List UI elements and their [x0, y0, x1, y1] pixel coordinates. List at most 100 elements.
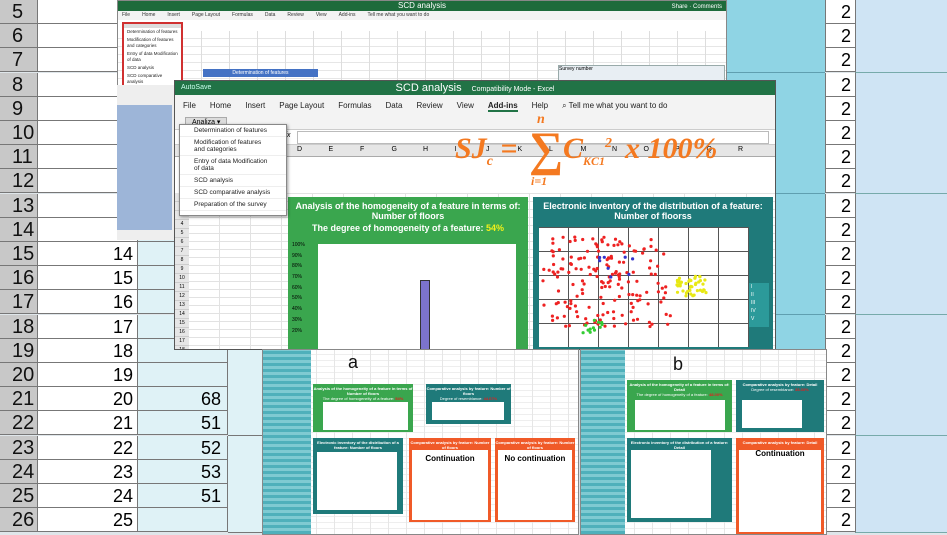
row-number[interactable]: 16 — [175, 328, 189, 337]
row-number[interactable]: 12 — [175, 292, 189, 301]
cell[interactable]: 2 — [825, 411, 855, 436]
cell[interactable]: 18 — [38, 338, 138, 363]
cell[interactable]: 2 — [825, 48, 855, 73]
cell[interactable]: 2 — [825, 338, 855, 363]
cell[interactable] — [855, 24, 947, 50]
analiza-menu-item[interactable]: Preparation of the survey — [180, 199, 286, 211]
tab-view[interactable]: View — [457, 101, 474, 110]
share-button[interactable]: Share · Comments — [672, 2, 722, 12]
top-menu-item[interactable]: View — [316, 12, 327, 18]
cell[interactable]: 14 — [38, 242, 138, 266]
cell[interactable]: 2 — [825, 169, 855, 194]
column-header[interactable]: H — [423, 146, 428, 153]
cell[interactable] — [855, 72, 947, 98]
tab-help[interactable]: Help — [532, 101, 548, 110]
tab-insert[interactable]: Insert — [245, 101, 265, 110]
top-menu-item[interactable]: Tell me what you want to do — [368, 12, 430, 18]
top-dropdown-item[interactable]: Modification of features and categories — [124, 36, 181, 50]
cell[interactable]: 22 — [38, 435, 138, 460]
row-number[interactable]: 8 — [175, 256, 189, 265]
row-number[interactable]: 14 — [175, 310, 189, 319]
row-number[interactable]: 10 — [175, 274, 189, 283]
cell[interactable]: 2 — [825, 484, 855, 508]
row-number[interactable]: 4 — [175, 220, 189, 229]
cell[interactable] — [725, 0, 825, 25]
tab-home[interactable]: Home — [210, 101, 231, 110]
cell[interactable]: 2 — [825, 72, 855, 97]
cell[interactable] — [138, 508, 228, 533]
row-number[interactable]: 11 — [175, 283, 189, 292]
cell[interactable]: 17 — [38, 314, 138, 339]
cell[interactable] — [855, 314, 947, 340]
top-menu-item[interactable]: Insert — [167, 12, 180, 18]
tab-formulas[interactable]: Formulas — [338, 101, 371, 110]
cell[interactable]: 2 — [825, 459, 855, 484]
column-header[interactable]: E — [329, 146, 334, 153]
cell[interactable] — [855, 145, 947, 171]
cell[interactable] — [228, 484, 262, 509]
top-menu-item[interactable]: Data — [265, 12, 276, 18]
column-header[interactable]: G — [392, 146, 397, 153]
cell[interactable] — [855, 193, 947, 219]
row-number[interactable]: 6 — [175, 238, 189, 247]
row-number[interactable]: 13 — [175, 301, 189, 310]
cell[interactable]: 2 — [825, 435, 855, 460]
top-dropdown-item[interactable]: Determination of features — [124, 28, 181, 36]
cell[interactable]: 2 — [825, 24, 855, 49]
analiza-menu-item[interactable]: SCD analysis — [180, 175, 286, 187]
column-header[interactable]: F — [360, 146, 364, 153]
row-number[interactable]: 9 — [175, 265, 189, 274]
cell[interactable] — [725, 24, 825, 50]
cell[interactable]: 2 — [825, 145, 855, 170]
cell[interactable] — [855, 459, 947, 485]
cell[interactable] — [855, 242, 947, 267]
cell[interactable]: 2 — [825, 314, 855, 339]
analiza-menu-item[interactable]: SCD comparative analysis — [180, 187, 286, 199]
cell[interactable] — [855, 266, 947, 292]
cell[interactable] — [855, 290, 947, 316]
cell[interactable] — [138, 363, 228, 387]
tab-add-ins[interactable]: Add-ins — [487, 101, 518, 112]
top-menu-item[interactable]: Home — [142, 12, 155, 18]
row-number[interactable]: 18 — [175, 346, 189, 349]
cell[interactable]: 2 — [825, 266, 855, 291]
tab-data[interactable]: Data — [386, 101, 403, 110]
cell[interactable]: 2 — [825, 217, 855, 242]
cell[interactable] — [855, 387, 947, 413]
cell[interactable]: 2 — [825, 242, 855, 266]
tab-page-layout[interactable]: Page Layout — [279, 101, 324, 110]
top-menu-item[interactable]: Add-ins — [339, 12, 356, 18]
analiza-menu-item[interactable]: Modification of features and categories — [180, 137, 286, 156]
column-header[interactable]: D — [297, 146, 302, 153]
tell-me-search[interactable]: ⌕ Tell me what you want to do — [562, 101, 681, 110]
top-menu-item[interactable]: File — [122, 12, 130, 18]
top-dropdown-item[interactable]: SCD comparative analysis — [124, 72, 181, 86]
cell[interactable]: 15 — [38, 266, 138, 291]
top-menu-item[interactable]: Page Layout — [192, 12, 220, 18]
cell[interactable] — [855, 121, 947, 146]
cell[interactable]: 2 — [825, 96, 855, 121]
cell[interactable]: 68 — [138, 387, 228, 412]
cell[interactable] — [855, 48, 947, 74]
cell[interactable]: 2 — [825, 363, 855, 387]
cell[interactable] — [228, 387, 262, 413]
cell[interactable] — [855, 508, 947, 534]
cell[interactable]: 2 — [825, 121, 855, 145]
cell[interactable]: 24 — [38, 484, 138, 508]
cell[interactable] — [725, 48, 825, 74]
cell[interactable] — [855, 169, 947, 195]
cell[interactable] — [855, 363, 947, 388]
cell[interactable]: 51 — [138, 411, 228, 436]
cell[interactable] — [228, 411, 262, 437]
cell[interactable]: 51 — [138, 484, 228, 508]
cell[interactable]: 23 — [38, 459, 138, 484]
cell[interactable] — [855, 96, 947, 122]
cell[interactable]: 19 — [38, 363, 138, 387]
cell[interactable] — [855, 0, 947, 25]
analiza-menu-item[interactable]: Entry of data Modification of data — [180, 156, 286, 175]
cell[interactable]: 21 — [38, 411, 138, 436]
row-number[interactable]: 5 — [175, 229, 189, 238]
cell[interactable]: 25 — [38, 508, 138, 533]
top-menu-item[interactable]: Review — [287, 12, 303, 18]
cell[interactable]: 52 — [138, 435, 228, 460]
